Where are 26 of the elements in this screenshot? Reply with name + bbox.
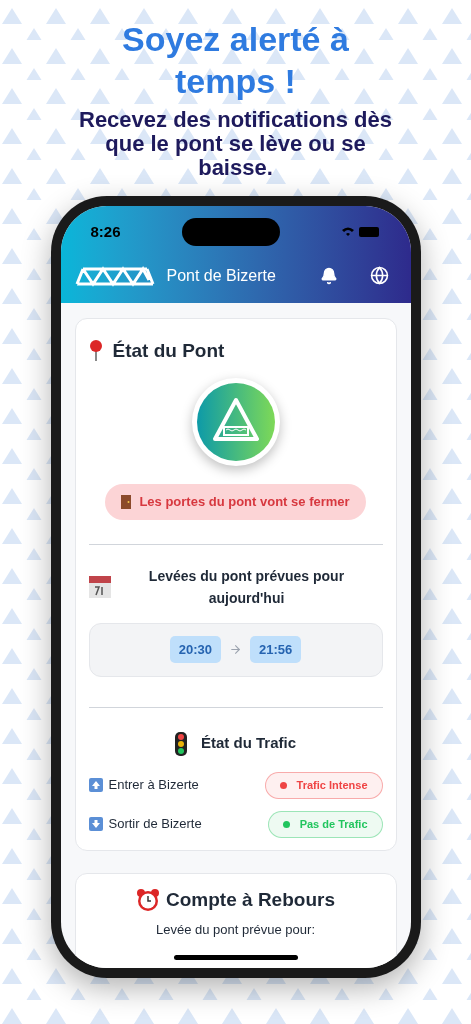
door-icon [121,494,132,509]
bridge-logo-icon [74,264,155,287]
headline: Soyez alerté à temps ! [121,19,350,102]
traffic-status-text: Trafic Intense [296,777,368,793]
alarm-clock-icon [136,887,161,912]
traffic-light-icon [175,731,187,756]
direction-label: Entrer à Bizerte [108,776,199,795]
calendar-icon [88,575,111,598]
status-time: 8:26 [90,221,121,242]
pin-icon [88,340,103,363]
app-title: Pont de Bizerte [166,265,277,286]
time-chip: 21:56 [250,635,302,664]
wifi-battery-icon [340,226,381,238]
traffic-status-text: Pas de Trafic [299,816,368,832]
time-chip: 20:30 [169,635,221,664]
subheadline: Recevez des notifications dès que le pont se lève ou se baisse. [78,108,393,180]
traffic-title: État du Trafic [201,733,296,754]
schedule-title: Levées du pont prévues pour aujourd'hui [147,566,346,608]
card-title: État du Pont [112,339,225,363]
direction-label: Sortir de Bizerte [108,815,202,834]
countdown-title: Compte à Rebours [166,887,335,912]
up-arrow-icon [88,778,103,792]
arrow-icon [229,643,242,656]
status-text: Les portes du pont vont se fermer [139,492,350,511]
down-arrow-icon [88,817,103,831]
countdown-subtitle: Levée du pont prévue pour: [156,921,315,939]
